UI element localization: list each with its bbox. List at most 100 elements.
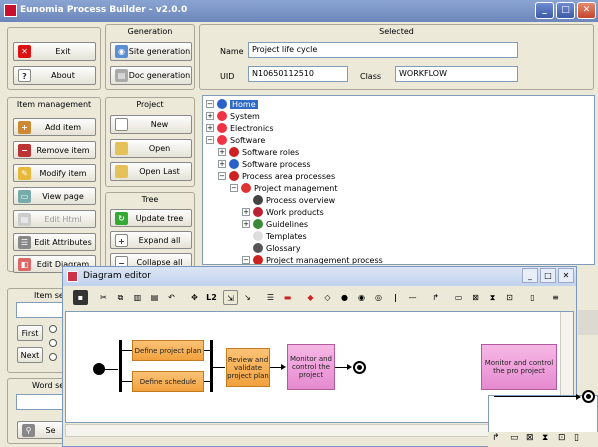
update-tree-button[interactable]: ↻ Update tree [110, 209, 192, 227]
expand-node-icon[interactable] [242, 196, 250, 204]
l2-button[interactable]: L2 [204, 290, 219, 305]
close-button[interactable]: ✕ [577, 2, 596, 19]
minimize-button[interactable]: _ [535, 2, 554, 19]
collapse-node-icon[interactable]: − [242, 256, 250, 264]
review-node[interactable]: Review and validate project plan [226, 348, 270, 387]
start-node[interactable] [93, 363, 105, 375]
about-button[interactable]: ? About [13, 66, 96, 85]
end-node[interactable] [353, 361, 366, 374]
collapse-node-icon[interactable]: − [230, 184, 238, 192]
tree-item-label: Software [230, 135, 266, 145]
monitor-node-duplicate[interactable]: Monitor and control the pro project [481, 344, 557, 390]
copy-diagram-icon[interactable]: ▤ [147, 290, 162, 305]
expand-node-icon[interactable] [242, 232, 250, 240]
project-tree[interactable]: − Home + System + Electronics − Software + Softwa… [202, 95, 595, 265]
fork-bar[interactable] [119, 340, 122, 392]
hourglass-icon[interactable]: ⧗ [485, 290, 500, 305]
tree-item[interactable]: − Project management [230, 182, 338, 194]
search-option-radio-2[interactable] [49, 339, 57, 347]
first-button[interactable]: First [17, 325, 43, 341]
expand-node-icon[interactable]: + [242, 220, 250, 228]
start-node-icon[interactable]: ● [337, 290, 352, 305]
save-icon[interactable]: ▪ [73, 290, 88, 305]
tree-item[interactable]: − Software [206, 134, 265, 146]
fork-icon[interactable]: | [388, 290, 403, 305]
uid-field[interactable]: N10650112510 [248, 66, 348, 82]
expand-node-icon[interactable]: + [206, 112, 214, 120]
tree-item[interactable]: + Electronics [206, 122, 274, 134]
word-search-header: Word se [32, 381, 65, 390]
connector-icon[interactable]: ↘ [240, 290, 255, 305]
flow-arrow-icon[interactable]: ↱ [428, 290, 443, 305]
activity-icon[interactable]: ◆ [303, 290, 318, 305]
tree-item[interactable]: Templates [242, 230, 307, 242]
tree-node-icon [241, 183, 251, 193]
expand-node-icon[interactable]: + [206, 124, 214, 132]
word-search-button[interactable]: ⚲ Se [17, 421, 67, 439]
modify-item-button[interactable]: ✎ Modify item [13, 164, 96, 182]
join-bar[interactable] [210, 340, 213, 392]
exit-button[interactable]: ✕ Exit [13, 42, 96, 61]
tree-item[interactable]: + Software process [218, 158, 311, 170]
edit-attributes-button[interactable]: ☰ Edit Attributes [13, 233, 96, 251]
name-field[interactable]: Project life cycle [248, 42, 518, 58]
expand-all-button[interactable]: + Expand all [110, 231, 192, 249]
search-option-radio-1[interactable] [49, 325, 57, 333]
open-project-button[interactable]: Open [110, 139, 192, 158]
maximize-button[interactable]: □ [556, 2, 575, 19]
define-schedule-node[interactable]: Define schedule [132, 371, 204, 392]
menu-icon[interactable]: ≡ [548, 290, 563, 305]
tree-item[interactable]: Process overview [242, 194, 335, 206]
cut-icon[interactable]: ✂ [96, 290, 111, 305]
view-page-button[interactable]: ▭ View page [13, 187, 96, 205]
list-icon[interactable]: ☰ [263, 290, 278, 305]
define-project-plan-node[interactable]: Define project plan [132, 340, 204, 361]
tree-item[interactable]: + Software roles [218, 146, 299, 158]
final-node-icon[interactable]: ◎ [371, 290, 386, 305]
paste-icon[interactable]: ▥ [130, 290, 145, 305]
decision-icon[interactable]: ◇ [320, 290, 335, 305]
window-icon[interactable]: ▯ [525, 290, 540, 305]
expand-node-icon[interactable]: + [242, 208, 250, 216]
tree-item-label: Glossary [266, 243, 301, 253]
tree-item[interactable]: + Work products [242, 206, 324, 218]
copy-icon[interactable]: ⧉ [113, 290, 128, 305]
select-tool-icon[interactable]: ⇲ [223, 290, 238, 305]
end-node-icon[interactable]: ◉ [354, 290, 369, 305]
arrowhead [576, 394, 581, 400]
tree-item[interactable]: Glossary [242, 242, 301, 254]
flag-icon[interactable]: ▬ [280, 290, 295, 305]
swimlane-icon[interactable]: ⊡ [502, 290, 517, 305]
tree-item[interactable]: − Process area processes [218, 170, 335, 182]
collapse-node-icon[interactable]: − [206, 100, 214, 108]
diagram-minimize-button[interactable]: _ [522, 268, 538, 283]
doc-generation-button[interactable]: ▤ Doc generation [110, 66, 192, 85]
expand-node-icon[interactable]: + [218, 148, 226, 156]
search-option-radio-3[interactable] [49, 353, 57, 361]
site-generation-button[interactable]: ◉ Site generation [110, 42, 192, 61]
tree-item[interactable]: + System [206, 110, 260, 122]
next-button[interactable]: Next [17, 347, 43, 363]
tree-item[interactable]: + Guidelines [242, 218, 308, 230]
tree-item[interactable]: − Home [206, 98, 258, 110]
diagram-maximize-button[interactable]: □ [540, 268, 556, 283]
diagram-close-button[interactable]: ✕ [558, 268, 574, 283]
frame-icon[interactable]: ▭ [451, 290, 466, 305]
move-icon[interactable]: ✥ [187, 290, 202, 305]
note-icon[interactable]: ⊠ [468, 290, 483, 305]
new-project-button[interactable]: New [110, 115, 192, 134]
tree-header: Tree [141, 195, 159, 204]
edit-html-button[interactable]: ▤ Edit Html [13, 210, 96, 228]
expand-node-icon[interactable]: + [218, 160, 226, 168]
collapse-node-icon[interactable]: − [218, 172, 226, 180]
remove-item-button[interactable]: − Remove item [13, 141, 96, 159]
collapse-node-icon[interactable]: − [206, 136, 214, 144]
monitor-node[interactable]: Monitor and control the project [287, 344, 335, 390]
open-last-button[interactable]: Open Last [110, 162, 192, 181]
undo-icon[interactable]: ↶ [164, 290, 179, 305]
expand-node-icon[interactable] [242, 244, 250, 252]
class-field[interactable]: WORKFLOW [395, 66, 518, 82]
join-icon[interactable]: — [405, 290, 420, 305]
add-item-button[interactable]: + Add item [13, 118, 96, 136]
tree-item[interactable]: − Project management process [242, 254, 383, 264]
